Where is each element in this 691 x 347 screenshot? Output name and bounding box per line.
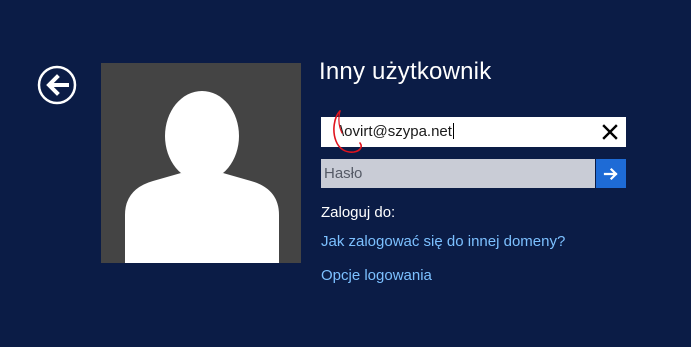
close-icon[interactable] [601, 123, 619, 141]
username-input[interactable]: \ovirt@szypa.net [321, 117, 626, 147]
user-avatar [101, 63, 301, 263]
signin-options-link[interactable]: Opcje logowania [321, 267, 432, 284]
password-placeholder: Hasło [324, 165, 363, 182]
user-silhouette-icon [101, 63, 301, 263]
password-input[interactable]: Hasło [321, 159, 595, 188]
text-caret [452, 123, 454, 139]
other-domain-link[interactable]: Jak zalogować się do innej domeny? [321, 233, 565, 250]
username-text: \ovirt@szypa.net [340, 123, 452, 140]
submit-button[interactable] [596, 159, 626, 188]
username-value: \ovirt@szypa.net [340, 123, 454, 140]
arrow-right-icon [596, 166, 626, 182]
signin-to-label: Zaloguj do: [321, 204, 396, 221]
back-button[interactable] [37, 65, 77, 105]
page-title: Inny użytkownik [319, 58, 492, 85]
back-arrow-circle-icon [37, 65, 77, 105]
